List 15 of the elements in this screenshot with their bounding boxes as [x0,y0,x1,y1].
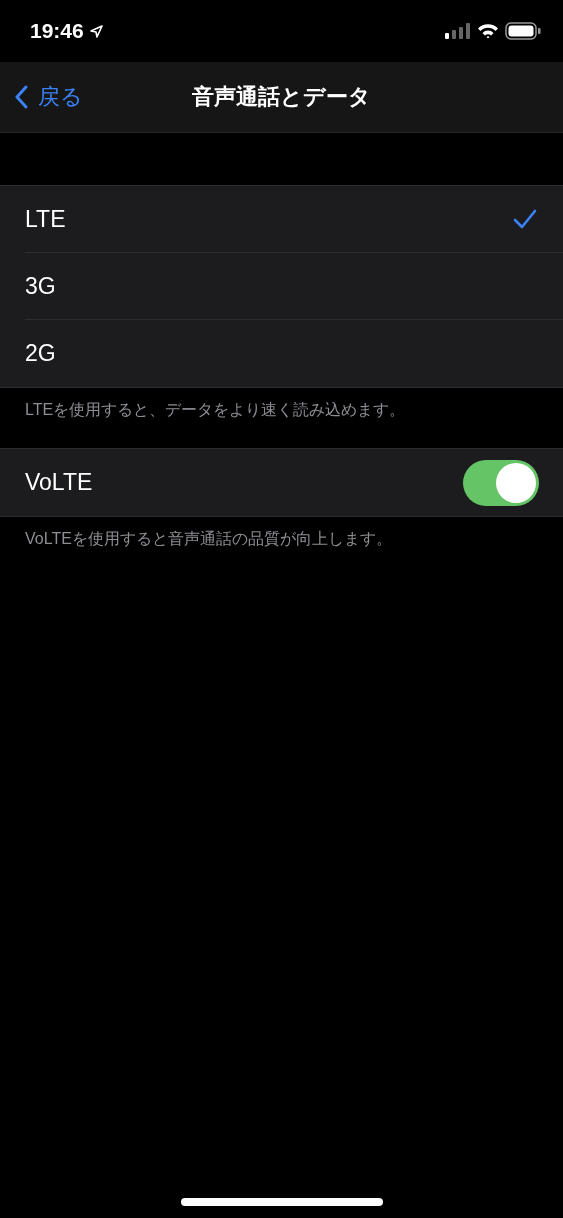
footer-note: LTEを使用すると、データをより速く読み込めます。 [24,400,407,420]
toggle-switch[interactable] [463,459,539,506]
network-option[interactable]: 2G [25,320,563,387]
footer-note: VoLTEを使用すると音声通話の品質が向上します。 [24,529,393,549]
setting-label: VoLTE [25,469,93,496]
battery-icon [505,22,541,40]
network-option[interactable]: LTE [25,186,563,253]
back-chevron-icon [14,85,28,109]
signal-icon [445,23,471,39]
network-option[interactable]: 3G [25,253,563,320]
back-button[interactable]: 戻る [0,82,83,112]
nav-title: 音声通話とデータ [192,83,371,111]
status-time: 19:46 [30,19,84,43]
location-arrow-icon [89,24,103,38]
wifi-icon [477,23,499,39]
